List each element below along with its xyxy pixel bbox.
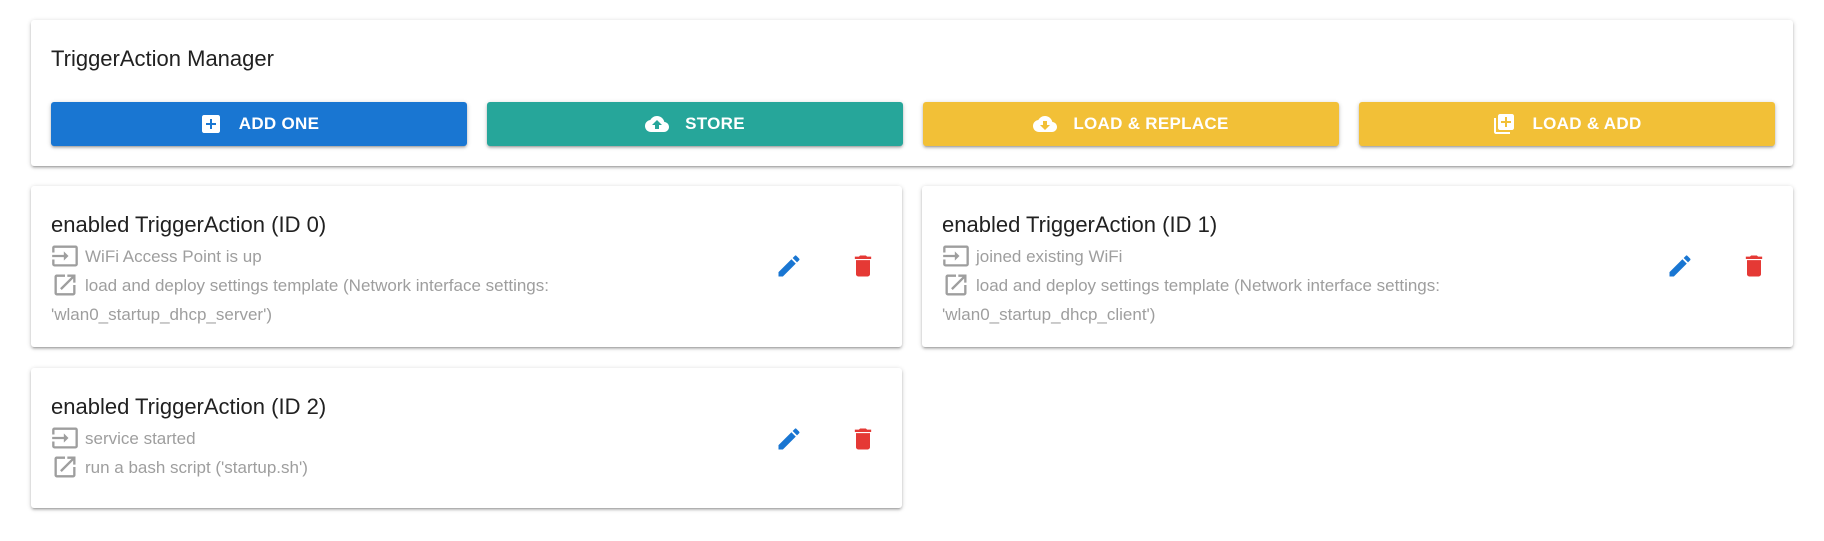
trigger-action-card: enabled TriggerAction (ID 2) service sta… [31, 368, 902, 508]
trigger-text: WiFi Access Point is up [85, 247, 262, 266]
input-icon [51, 424, 79, 452]
trigger-description: service started [51, 424, 611, 453]
load-add-button[interactable]: LOAD & ADD [1359, 102, 1775, 146]
cloud-upload-icon [645, 116, 670, 132]
trigger-action-title: enabled TriggerAction (ID 1) [942, 212, 1218, 237]
trigger-description: WiFi Access Point is up [51, 242, 611, 271]
add-one-label: ADD ONE [238, 114, 320, 133]
pencil-icon [1669, 255, 1691, 277]
trigger-action-title: enabled TriggerAction (ID 0) [51, 212, 327, 237]
edit-button[interactable] [771, 248, 807, 284]
trash-icon [854, 428, 872, 450]
action-text: run a bash script ('startup.sh') [85, 458, 308, 477]
trigger-text: service started [85, 429, 196, 448]
edit-button[interactable] [771, 421, 807, 457]
pencil-icon [778, 255, 800, 277]
cloud-download-icon [1033, 116, 1058, 132]
edit-button[interactable] [1662, 248, 1698, 284]
add-one-button[interactable]: ADD ONE [51, 102, 467, 146]
trash-icon [1745, 255, 1763, 277]
load-replace-label: LOAD & REPLACE [1073, 114, 1229, 133]
open-in-new-icon [942, 271, 970, 299]
action-description: load and deploy settings template (Netwo… [51, 271, 611, 329]
trigger-text: joined existing WiFi [976, 247, 1123, 266]
store-label: STORE [685, 114, 745, 133]
action-text: load and deploy settings template (Netwo… [51, 276, 549, 324]
trash-icon [854, 255, 872, 277]
delete-button[interactable] [1736, 248, 1772, 284]
library-add-icon [1494, 114, 1515, 134]
add-box-icon [201, 115, 220, 133]
action-description: run a bash script ('startup.sh') [51, 453, 611, 482]
input-icon [942, 242, 970, 270]
pencil-icon [778, 428, 800, 450]
action-text: load and deploy settings template (Netwo… [942, 276, 1440, 324]
manager-title: TriggerAction Manager [51, 46, 274, 71]
load-replace-button[interactable]: LOAD & REPLACE [923, 102, 1339, 146]
trigger-action-title: enabled TriggerAction (ID 2) [51, 394, 327, 419]
action-description: load and deploy settings template (Netwo… [942, 271, 1502, 329]
open-in-new-icon [51, 271, 79, 299]
load-add-label: LOAD & ADD [1532, 114, 1642, 133]
trigger-description: joined existing WiFi [942, 242, 1502, 271]
trigger-action-card: enabled TriggerAction (ID 1) joined exis… [922, 186, 1793, 347]
trigger-action-card: enabled TriggerAction (ID 0) WiFi Access… [31, 186, 902, 347]
delete-button[interactable] [845, 421, 881, 457]
manager-card: TriggerAction Manager ADD ONE STORE LOAD… [31, 20, 1793, 166]
delete-button[interactable] [845, 248, 881, 284]
input-icon [51, 242, 79, 270]
store-button[interactable]: STORE [487, 102, 903, 146]
open-in-new-icon [51, 453, 79, 481]
